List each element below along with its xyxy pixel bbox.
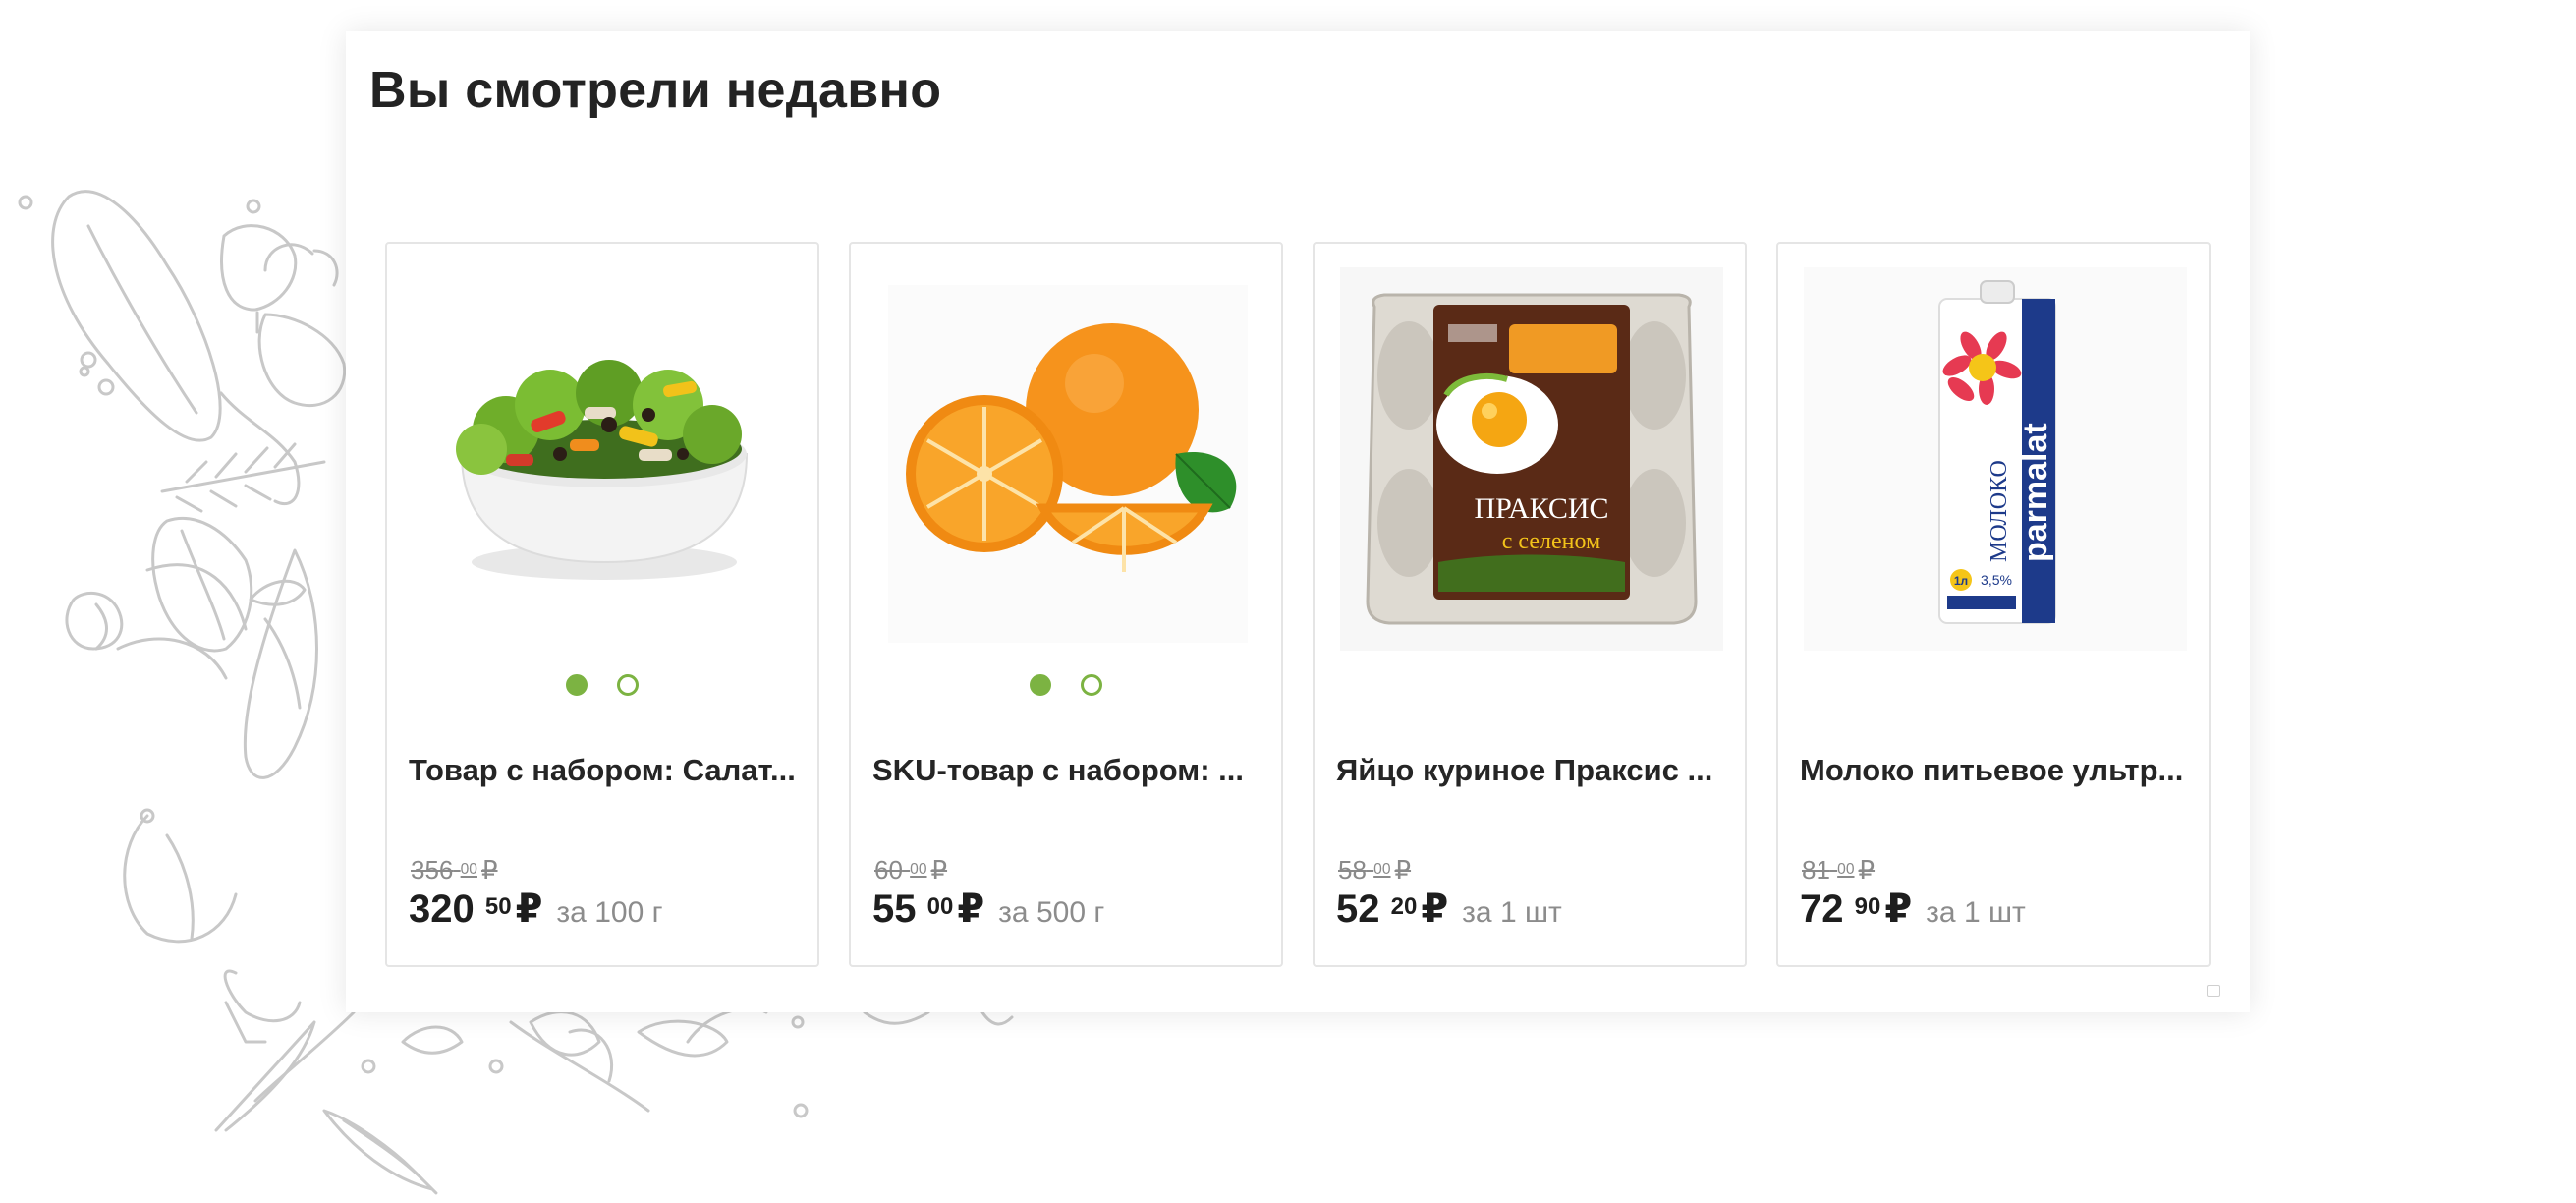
current-price: 55 00 ₽ — [872, 888, 985, 931]
product-name[interactable]: SKU-товар с набором: ... — [872, 753, 1261, 788]
orange-image[interactable] — [876, 267, 1260, 651]
old-price: 356 00 ₽ — [411, 855, 498, 885]
current-price: 320 50 ₽ — [409, 888, 543, 931]
current-price-row: 320 50 ₽ за 100 г — [409, 887, 663, 932]
current-price: 72 90 ₽ — [1800, 888, 1913, 931]
egg-tagline-label: с селеном — [1502, 529, 1600, 554]
milk-brand-label: parmalat — [2017, 423, 2054, 562]
product-card[interactable]: Товар с набором: Салат... 356 00 ₽ 320 50… — [385, 242, 819, 967]
carousel-dot[interactable] — [1081, 674, 1103, 696]
old-price: 58 00 ₽ — [1338, 855, 1412, 885]
price-unit: за 500 г — [998, 896, 1105, 929]
egg-pack-image[interactable]: ПРАКСИС с селеном — [1340, 267, 1723, 651]
egg-brand-label: ПРАКСИС — [1474, 492, 1608, 525]
carousel-dot-active[interactable] — [1029, 674, 1051, 696]
old-price: 60 00 ₽ — [874, 855, 948, 885]
price-unit: за 1 шт — [1926, 896, 2026, 929]
image-carousel-dots — [387, 674, 817, 701]
product-name[interactable]: Молоко питьевое ультр... — [1800, 753, 2189, 788]
old-price: 81 00 ₽ — [1802, 855, 1876, 885]
resize-handle-icon — [2207, 985, 2220, 997]
price-unit: за 1 шт — [1462, 896, 1562, 929]
product-card[interactable]: ПРАКСИС с селеном Яйцо куриное Праксис .… — [1313, 242, 1747, 967]
carousel-dot[interactable] — [617, 674, 640, 696]
product-card[interactable]: SKU-товар с набором: ... 60 00 ₽ 55 00 ₽ за… — [849, 242, 1283, 967]
milk-product-label: МОЛОКО — [1987, 460, 2012, 562]
product-name[interactable]: Товар с набором: Салат... — [409, 753, 798, 788]
current-price: 52 20 ₽ — [1336, 888, 1449, 931]
milk-volume-label: 1л — [1954, 574, 1968, 588]
price-unit: за 100 г — [556, 896, 663, 929]
current-price-row: 72 90 ₽ за 1 шт — [1800, 887, 2026, 932]
section-title: Вы смотрели недавно — [369, 62, 942, 119]
milk-carton-image[interactable]: parmalat МОЛОКО 1л 3,5% — [1804, 267, 2187, 651]
carousel-dot-active[interactable] — [565, 674, 588, 696]
product-name[interactable]: Яйцо куриное Праксис ... — [1336, 753, 1725, 788]
current-price-row: 55 00 ₽ за 500 г — [872, 887, 1104, 932]
product-card[interactable]: parmalat МОЛОКО 1л 3,5% Молоко питьевое … — [1776, 242, 2211, 967]
image-carousel-dots — [851, 674, 1281, 701]
salad-bowl-image[interactable] — [413, 267, 796, 651]
recently-viewed-panel: Вы смотрели недавно Товар с набором: Сал… — [346, 31, 2250, 1012]
current-price-row: 52 20 ₽ за 1 шт — [1336, 887, 1562, 932]
milk-fat-label: 3,5% — [1981, 572, 2012, 588]
